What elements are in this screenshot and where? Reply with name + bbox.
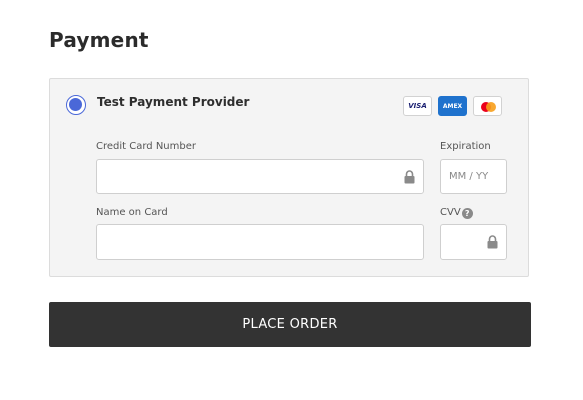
accepted-cards: VISA AMEX — [403, 96, 502, 116]
card-number-label: Credit Card Number — [96, 141, 196, 152]
cvv-field[interactable] — [440, 224, 507, 260]
lock-icon — [404, 170, 415, 184]
name-on-card-label: Name on Card — [96, 207, 168, 218]
cvv-label: CVV — [440, 207, 461, 218]
payment-method-radio[interactable] — [66, 95, 86, 115]
cvv-label-row: CVV? — [440, 207, 473, 219]
radio-selected-dot — [69, 98, 82, 111]
expiration-label: Expiration — [440, 141, 491, 152]
visa-icon: VISA — [403, 96, 432, 116]
place-order-button[interactable]: PLACE ORDER — [49, 302, 531, 347]
card-number-input[interactable] — [97, 160, 423, 193]
payment-section-title: Payment — [49, 28, 149, 52]
expiration-field[interactable] — [440, 159, 507, 194]
name-on-card-input[interactable] — [97, 225, 423, 259]
name-on-card-field[interactable] — [96, 224, 424, 260]
amex-icon: AMEX — [438, 96, 467, 116]
payment-provider-name: Test Payment Provider — [97, 95, 250, 109]
mastercard-icon — [473, 96, 502, 116]
card-number-field[interactable] — [96, 159, 424, 194]
help-icon[interactable]: ? — [461, 208, 473, 219]
lock-icon — [487, 235, 498, 249]
expiration-input[interactable] — [441, 160, 506, 193]
payment-method-panel: Test Payment Provider VISA AMEX Credit C… — [49, 78, 529, 277]
